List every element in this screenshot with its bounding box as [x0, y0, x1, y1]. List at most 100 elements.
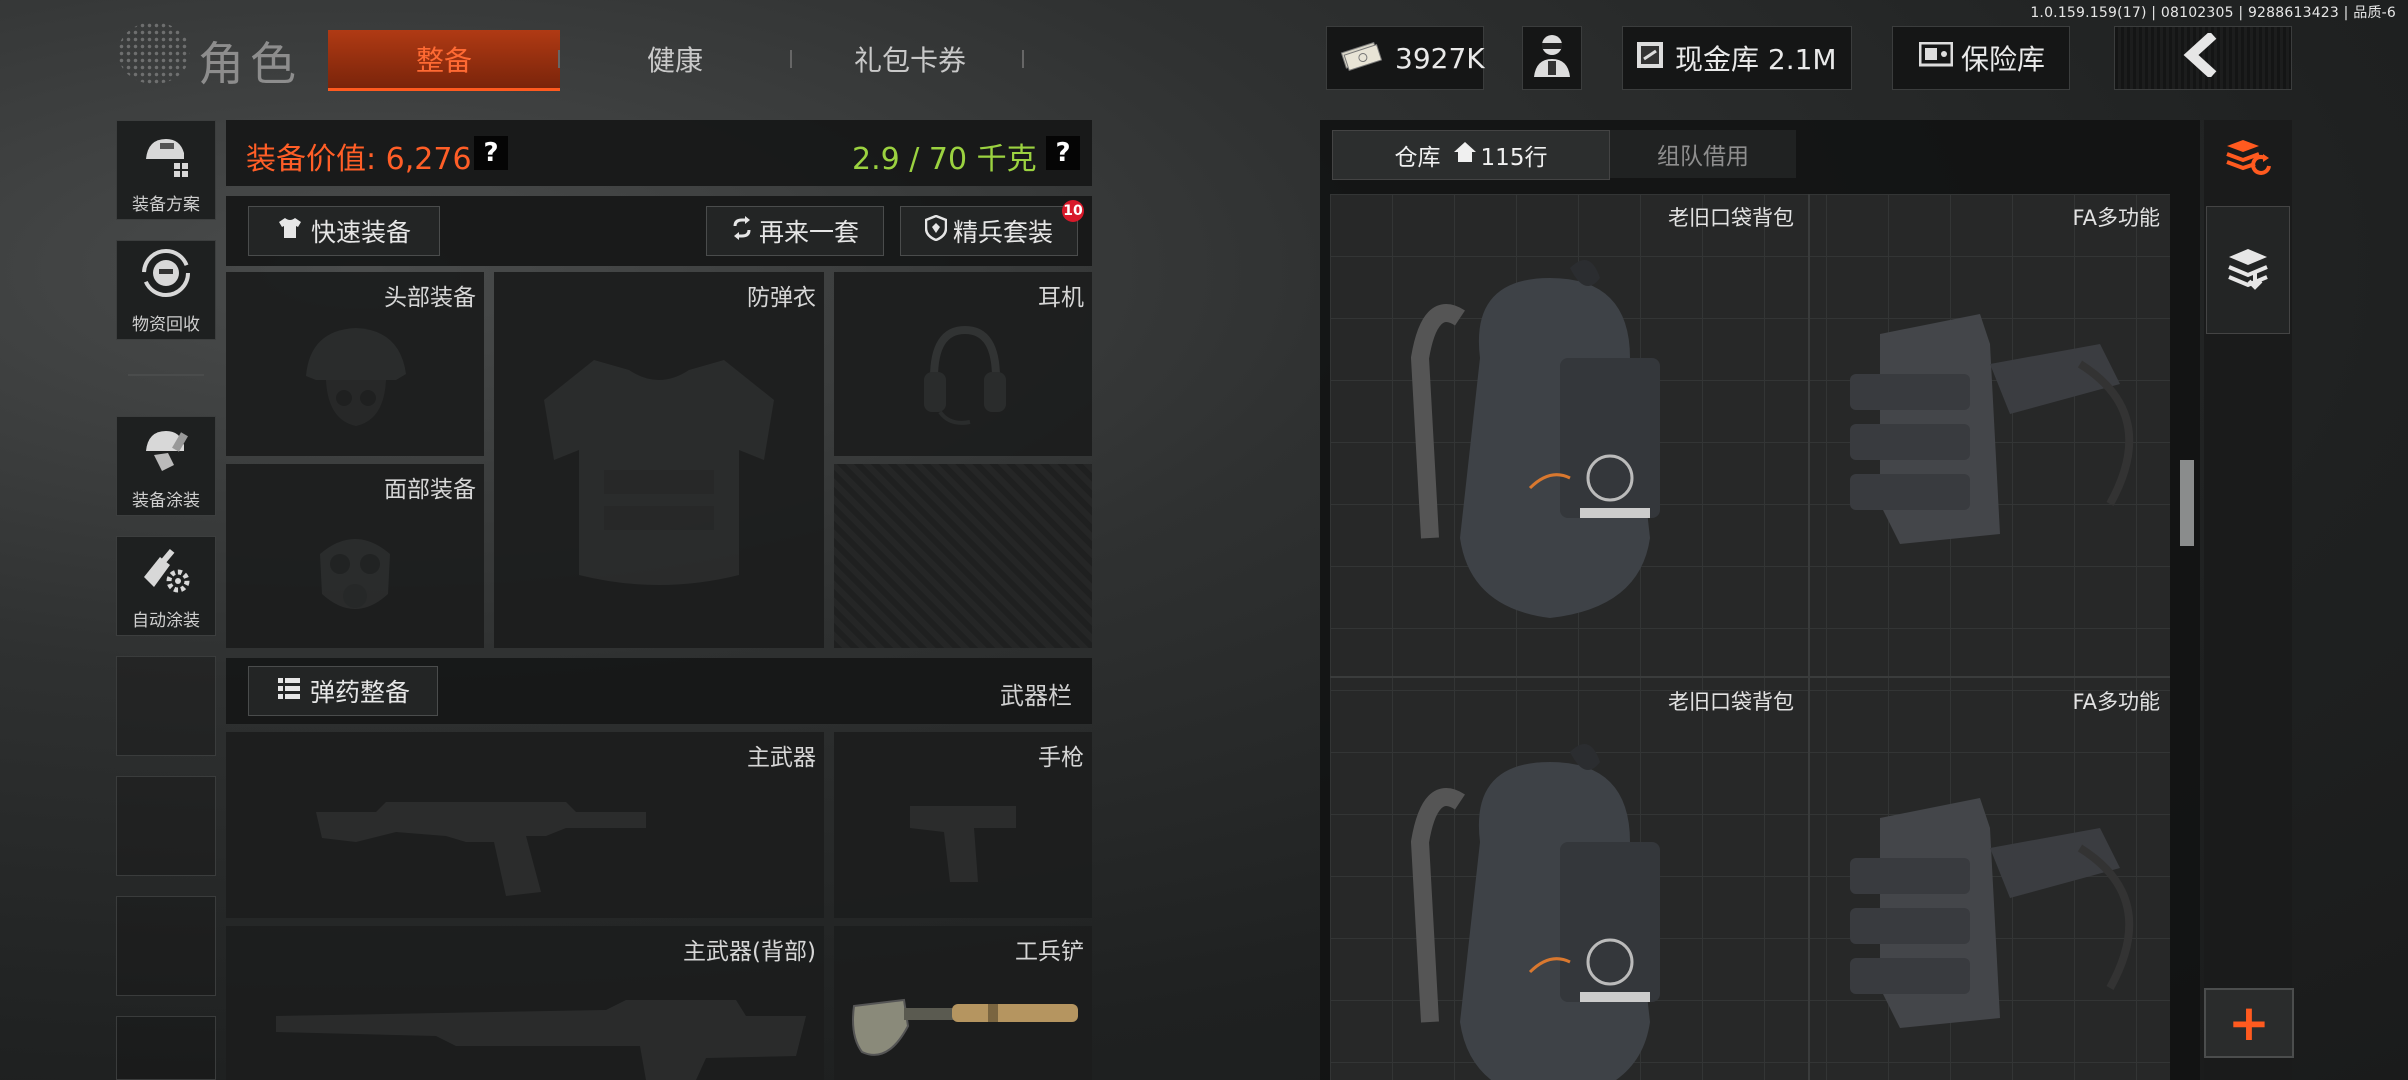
back-arrow-icon: [2183, 30, 2223, 84]
pistol-silhouette-icon: [910, 806, 1016, 882]
safe-label: 保险库: [1961, 43, 2046, 76]
equipment-summary-bar: 装备价值: 6,276 ? 2.9 / 70 千克 ?: [226, 120, 1092, 186]
headset-silhouette-icon: [924, 325, 1006, 425]
vest-silhouette-icon: [544, 360, 774, 585]
back-weapon-label: 主武器(背部): [683, 939, 816, 965]
back-button[interactable]: [2114, 26, 2292, 90]
refresh-icon: [731, 216, 753, 246]
sidebar-supply-recycle[interactable]: 物资回收: [116, 240, 216, 340]
tab-warehouse[interactable]: 仓库 115行: [1332, 130, 1610, 180]
primary-weapon-label: 主武器: [747, 745, 816, 771]
ammo-icon: [276, 675, 302, 707]
helmet-silhouette-icon: [306, 328, 406, 426]
sidebar-label: 装备方案: [132, 195, 200, 215]
body-armor-slot[interactable]: 防弹衣: [494, 272, 824, 648]
shirt-icon: [277, 216, 303, 246]
weight-capacity: 2.9 / 70 千克: [852, 142, 1037, 177]
auto-paint-icon: [140, 547, 192, 606]
sidebar-empty-slot: [116, 1016, 216, 1080]
helmet-plan-icon: [140, 133, 192, 190]
sidebar-label: 自动涂装: [132, 611, 200, 631]
vault-icon: [1635, 40, 1665, 77]
warehouse-rows: 115行: [1480, 145, 1548, 171]
page-title: 角色: [198, 37, 302, 91]
sidebar-equipment-paint[interactable]: 装备涂装: [116, 416, 216, 516]
headset-slot[interactable]: 耳机: [834, 272, 1092, 456]
quick-equip-label: 快速装备: [310, 218, 411, 247]
warehouse-scrollbar[interactable]: [2180, 460, 2194, 546]
chest-rig-icon: [1850, 314, 2134, 544]
weapon-bar-header: 弹药整备 武器栏: [226, 658, 1092, 724]
cash-vault-button[interactable]: 现金库 2.1M: [1622, 26, 1852, 90]
item-name: 老旧口袋背包: [1668, 206, 1794, 230]
warehouse-item-backpack[interactable]: 老旧口袋背包: [1330, 678, 1808, 1080]
warehouse-grid: 老旧口袋背包 FA多功能 老旧口袋背包 FA多功能: [1330, 194, 2170, 1080]
stack-refresh-icon: [2223, 136, 2273, 184]
paint-helmet-icon: [140, 425, 192, 486]
tab-prepare[interactable]: 整备: [328, 30, 560, 91]
gas-mask-silhouette-icon: [320, 539, 390, 609]
warehouse-item-backpack[interactable]: 老旧口袋背包: [1330, 194, 1808, 676]
sidebar-divider: [128, 374, 204, 376]
shovel-label: 工兵铲: [1015, 939, 1084, 965]
sidebar-equipment-plan[interactable]: 装备方案: [116, 120, 216, 220]
operator-button[interactable]: [1522, 26, 1582, 90]
body-armor-label: 防弹衣: [747, 285, 816, 311]
equipment-actions-bar: 快速装备 再来一套 精兵套装 10: [226, 196, 1092, 266]
item-name: 老旧口袋背包: [1668, 690, 1794, 714]
safe-button[interactable]: 保险库: [1892, 26, 2070, 90]
backpack-icon: [1410, 260, 1660, 618]
sidebar-auto-paint[interactable]: 自动涂装: [116, 536, 216, 636]
value-help-button[interactable]: ?: [474, 136, 508, 170]
elite-set-button[interactable]: 精兵套装: [900, 206, 1078, 256]
pistol-label: 手枪: [1038, 745, 1084, 771]
tab-divider: [790, 50, 792, 68]
quick-equip-button[interactable]: 快速装备: [248, 206, 440, 256]
tab-gift-cards[interactable]: 礼包卡券: [800, 30, 1020, 88]
tab-team-borrow[interactable]: 组队借用: [1610, 130, 1796, 178]
sidebar-empty-slot: [116, 896, 216, 996]
ammo-prepare-label: 弹药整备: [309, 678, 410, 707]
pistol-slot[interactable]: 手枪: [834, 732, 1092, 918]
headset-label: 耳机: [1038, 285, 1084, 311]
warehouse-item-fa-rig[interactable]: FA多功能: [1810, 194, 2170, 676]
head-gear-label: 头部装备: [384, 285, 476, 311]
cash-vault-label: 现金库 2.1M: [1675, 43, 1837, 76]
tab-health[interactable]: 健康: [590, 30, 760, 88]
currency-amount: 3927K: [1395, 41, 1485, 75]
weapon-bar-label: 武器栏: [1000, 682, 1072, 710]
add-button[interactable]: +: [2204, 988, 2294, 1058]
shield-icon: [924, 214, 948, 247]
sidebar-empty-slot: [116, 776, 216, 876]
recycle-face-icon: [140, 247, 192, 310]
another-set-button[interactable]: 再来一套: [706, 206, 884, 256]
currency-display[interactable]: 3927K: [1326, 26, 1485, 90]
home-icon: [1453, 141, 1477, 169]
locked-slot: [834, 464, 1092, 648]
sidebar-label: 物资回收: [132, 315, 200, 335]
sort-stack-button[interactable]: [2216, 128, 2280, 192]
cash-stack-icon: [1339, 39, 1383, 78]
shovel-slot[interactable]: 工兵铲: [834, 926, 1092, 1080]
tab-divider: [558, 50, 560, 68]
ammo-prepare-button[interactable]: 弹药整备: [248, 666, 438, 716]
elite-set-label: 精兵套装: [952, 218, 1053, 247]
head-gear-slot[interactable]: 头部装备: [226, 272, 484, 456]
layers-download-icon: [2225, 243, 2271, 297]
face-gear-slot[interactable]: 面部装备: [226, 464, 484, 648]
rifle-back-silhouette-icon: [276, 1000, 806, 1080]
face-gear-label: 面部装备: [384, 477, 476, 503]
equipment-value: 装备价值: 6,276: [246, 142, 472, 177]
weight-help-button[interactable]: ?: [1046, 136, 1080, 170]
back-weapon-slot[interactable]: 主武器(背部): [226, 926, 824, 1080]
operator-avatar-icon: [1530, 31, 1574, 86]
backpack-icon: [1410, 744, 1660, 1080]
warehouse-tab-label: 仓库: [1394, 145, 1441, 171]
rifle-silhouette-icon: [316, 802, 646, 896]
warehouse-item-fa-rig[interactable]: FA多功能: [1810, 678, 2170, 1080]
sidebar-empty-slot: [116, 656, 216, 756]
item-name: FA多功能: [2072, 690, 2160, 714]
primary-weapon-slot[interactable]: 主武器: [226, 732, 824, 918]
item-name: FA多功能: [2072, 206, 2160, 230]
store-layers-button[interactable]: [2206, 206, 2290, 334]
